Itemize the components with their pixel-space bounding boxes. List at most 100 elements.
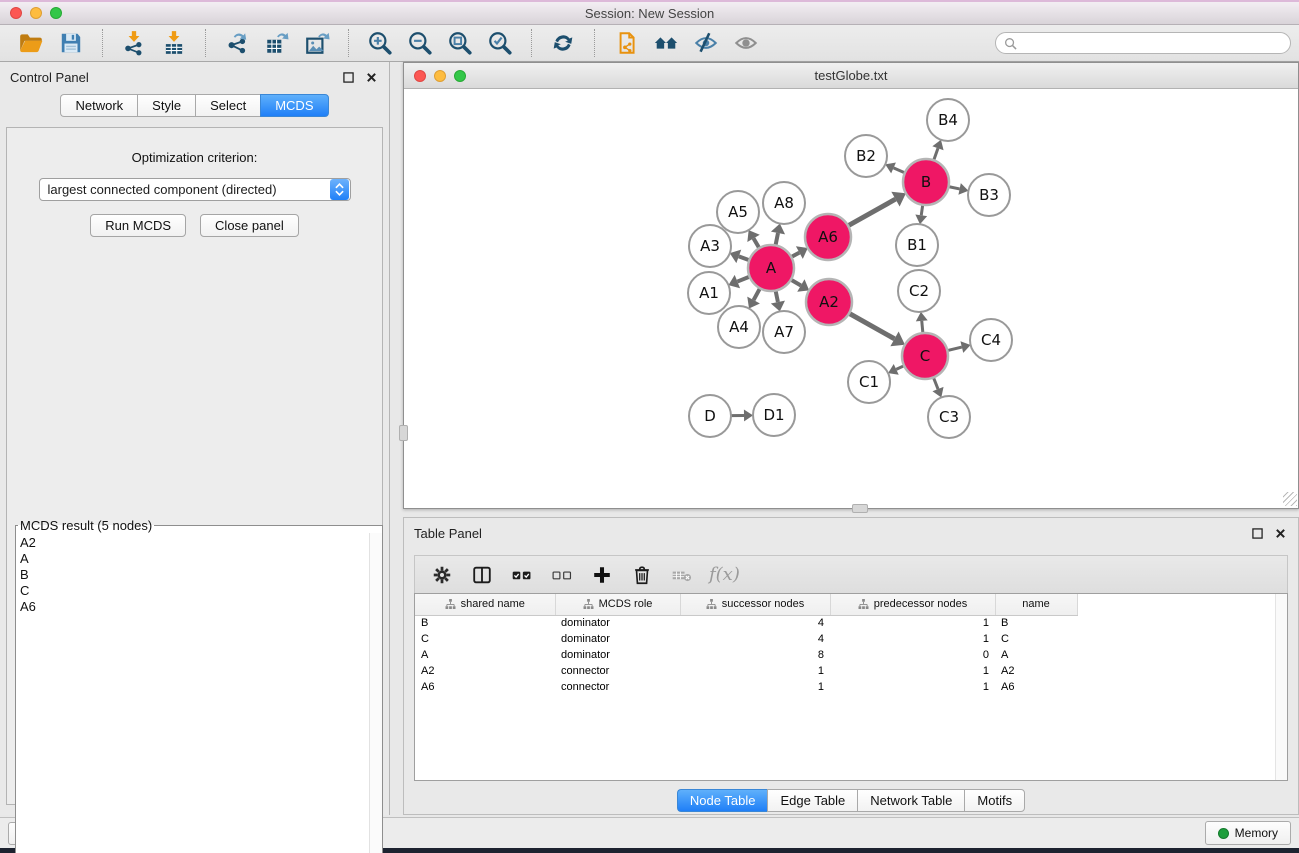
- graph-node-label-A1: A1: [699, 284, 719, 302]
- graph-edge-A-A3: [739, 256, 750, 260]
- column-header-successor-nodes[interactable]: successor nodes: [680, 594, 830, 615]
- import-table-button[interactable]: [157, 28, 191, 58]
- table-row[interactable]: Bdominator41B: [415, 615, 1077, 631]
- splitter-handle[interactable]: [399, 425, 408, 441]
- namespace-icon: [858, 599, 869, 609]
- table-row[interactable]: A6connector11A6: [415, 679, 1077, 695]
- delete-table-button[interactable]: [667, 561, 697, 589]
- graph-node-label-A: A: [766, 259, 777, 277]
- list-item[interactable]: C: [20, 583, 382, 599]
- optimization-criterion-label: Optimization criterion:: [132, 150, 258, 165]
- split-view-button[interactable]: [467, 561, 497, 589]
- list-item[interactable]: A2: [20, 535, 382, 551]
- splitter-handle[interactable]: [852, 504, 868, 513]
- tab-edge-table[interactable]: Edge Table: [767, 789, 857, 812]
- table-row[interactable]: Adominator80A: [415, 647, 1077, 663]
- export-network-icon: [224, 30, 250, 56]
- save-session-button[interactable]: [54, 28, 88, 58]
- home-view-button[interactable]: [649, 28, 683, 58]
- resize-grip-icon[interactable]: [1283, 492, 1297, 506]
- tab-mcds[interactable]: MCDS: [260, 94, 328, 117]
- export-table-icon: [264, 30, 290, 56]
- graph-edge-C-C2: [922, 321, 923, 333]
- zoom-fit-icon: [447, 30, 473, 56]
- graph-node-label-A5: A5: [728, 203, 748, 221]
- graph-edge-arrow-icon: [958, 183, 968, 195]
- export-network-button[interactable]: [220, 28, 254, 58]
- list-item[interactable]: A6: [20, 599, 382, 615]
- first-neighbors-button[interactable]: [609, 28, 643, 58]
- graph-edge-A-A6: [791, 253, 799, 257]
- save-icon: [58, 30, 84, 56]
- table-options-button[interactable]: [427, 561, 457, 589]
- close-panel-button[interactable]: Close panel: [200, 214, 299, 237]
- table-row[interactable]: Cdominator41C: [415, 631, 1077, 647]
- table-row[interactable]: A2connector11A2: [415, 663, 1077, 679]
- export-image-button[interactable]: [300, 28, 334, 58]
- criterion-select[interactable]: largest connected component (directed): [39, 178, 351, 201]
- mcds-result-list[interactable]: A2 A B C A6: [16, 533, 382, 853]
- network-window-titlebar[interactable]: testGlobe.txt: [404, 63, 1298, 89]
- column-header-predecessor-nodes[interactable]: predecessor nodes: [830, 594, 995, 615]
- toolbar-separator: [594, 29, 595, 57]
- export-image-icon: [304, 30, 330, 56]
- memory-label: Memory: [1235, 826, 1278, 840]
- export-table-button[interactable]: [260, 28, 294, 58]
- toolbar-separator: [205, 29, 206, 57]
- eye-icon: [733, 30, 759, 56]
- apply-layout-button[interactable]: [546, 28, 580, 58]
- control-panel-title: Control Panel: [10, 70, 89, 85]
- graph-node-label-B1: B1: [907, 236, 927, 254]
- list-item[interactable]: A: [20, 551, 382, 567]
- delete-columns-button[interactable]: [627, 561, 657, 589]
- window-titlebar: Session: New Session: [0, 0, 1299, 25]
- mcds-result-box: MCDS result (5 nodes) A2 A B C A6: [15, 518, 383, 853]
- graph-edge-A-A7: [776, 291, 778, 302]
- hide-all-columns-button[interactable]: [547, 561, 577, 589]
- open-session-button[interactable]: [14, 28, 48, 58]
- tab-select[interactable]: Select: [195, 94, 260, 117]
- zoom-out-button[interactable]: [403, 28, 437, 58]
- table-header-row: shared name MCDS role successor nodes pr…: [415, 594, 1077, 615]
- tab-motifs[interactable]: Motifs: [964, 789, 1025, 812]
- graph-edge-arrow-icon: [744, 410, 753, 422]
- zoom-fit-button[interactable]: [443, 28, 477, 58]
- run-mcds-button[interactable]: Run MCDS: [90, 214, 186, 237]
- hide-graphics-details-button[interactable]: [689, 28, 723, 58]
- table-scrollbar[interactable]: [1275, 594, 1287, 780]
- zoom-selected-button[interactable]: [483, 28, 517, 58]
- tab-network-table[interactable]: Network Table: [857, 789, 964, 812]
- memory-button[interactable]: Memory: [1205, 821, 1291, 845]
- graph-edge-A-A1: [737, 277, 749, 282]
- list-item[interactable]: B: [20, 567, 382, 583]
- search-field[interactable]: [995, 32, 1291, 54]
- mcds-tab-content: Optimization criterion: largest connecte…: [6, 127, 383, 805]
- column-header-mcds-role[interactable]: MCDS role: [555, 594, 680, 615]
- float-panel-icon[interactable]: [1250, 526, 1265, 541]
- float-panel-icon[interactable]: [341, 70, 356, 85]
- column-header-name[interactable]: name: [995, 594, 1077, 615]
- graph-edge-B-B4: [934, 148, 938, 160]
- table-panel-title: Table Panel: [414, 526, 482, 541]
- tab-style[interactable]: Style: [137, 94, 195, 117]
- graph-node-label-C3: C3: [939, 408, 959, 426]
- zoom-in-icon: [367, 30, 393, 56]
- search-input[interactable]: [1022, 36, 1282, 50]
- tab-node-table[interactable]: Node Table: [677, 789, 768, 812]
- add-column-button[interactable]: [587, 561, 617, 589]
- tab-network[interactable]: Network: [60, 94, 137, 117]
- network-graph[interactable]: A5A8A3AA1A4A7A6A2BB2B4B3B1CC2C4C1C3DD1: [404, 89, 1298, 507]
- show-graphics-details-button[interactable]: [729, 28, 763, 58]
- import-network-button[interactable]: [117, 28, 151, 58]
- function-builder-button[interactable]: f(x): [707, 564, 740, 585]
- show-all-columns-button[interactable]: [507, 561, 537, 589]
- close-panel-icon[interactable]: [1273, 526, 1288, 541]
- result-scrollbar[interactable]: [369, 533, 382, 853]
- zoom-in-button[interactable]: [363, 28, 397, 58]
- close-panel-icon[interactable]: [364, 70, 379, 85]
- network-canvas[interactable]: A5A8A3AA1A4A7A6A2BB2B4B3B1CC2C4C1C3DD1: [404, 89, 1298, 507]
- column-header-shared-name[interactable]: shared name: [415, 594, 555, 615]
- homes-icon: [653, 30, 679, 56]
- table-toolbar: f(x): [414, 555, 1288, 593]
- document-network-icon: [613, 30, 639, 56]
